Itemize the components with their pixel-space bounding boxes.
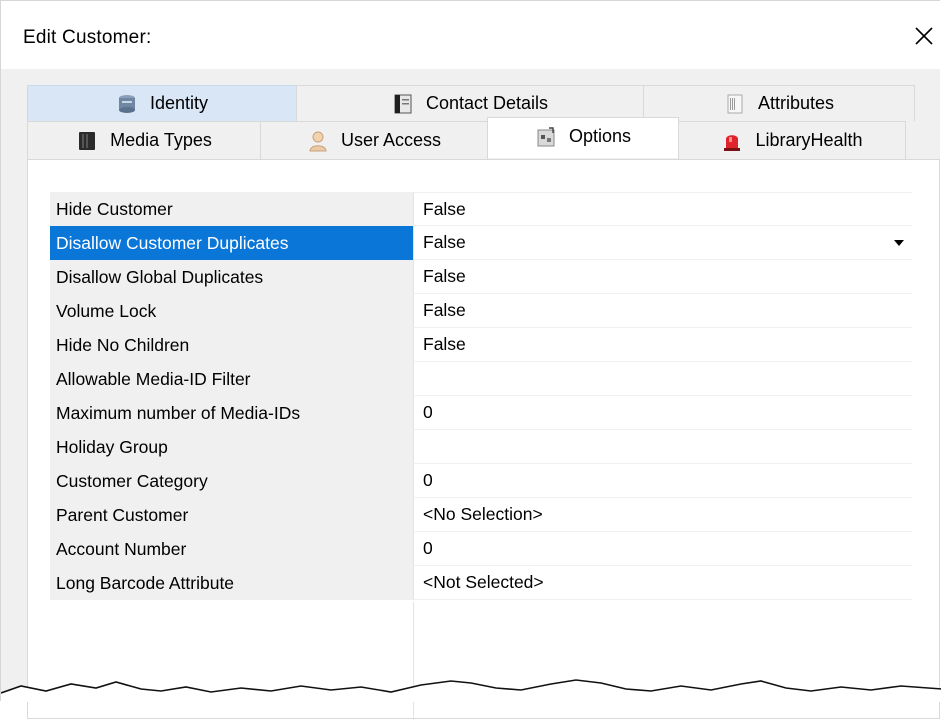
property-grid: Hide Customer False Disallow Customer Du… — [50, 192, 912, 600]
property-row-volume-lock[interactable]: Volume Lock False — [50, 294, 912, 328]
property-row-disallow-global-duplicates[interactable]: Disallow Global Duplicates False — [50, 260, 912, 294]
tab-contact-details-label: Contact Details — [425, 93, 549, 113]
property-name: Hide Customer — [50, 192, 413, 226]
tab-media-types-label: Media Types — [110, 130, 212, 150]
property-value-text: False — [423, 232, 466, 252]
user-access-icon — [307, 130, 329, 152]
property-value[interactable]: False — [413, 260, 912, 294]
property-value[interactable]: 0 — [413, 464, 912, 498]
property-name: Allowable Media-ID Filter — [50, 362, 413, 396]
property-row-customer-category[interactable]: Customer Category 0 — [50, 464, 912, 498]
property-row-long-barcode-attribute[interactable]: Long Barcode Attribute <Not Selected> — [50, 566, 912, 600]
tab-attributes-label: Attributes — [757, 93, 835, 113]
tab-identity-label: Identity — [149, 93, 209, 113]
dialog-title: Edit Customer: — [23, 27, 152, 48]
property-value[interactable]: <Not Selected> — [413, 566, 912, 600]
tab-row-back: Identity Contact Details Attributes — [27, 85, 915, 121]
tab-user-access[interactable]: User Access — [260, 121, 488, 159]
tab-options[interactable]: Options — [487, 117, 679, 158]
property-name: Maximum number of Media-IDs — [50, 396, 413, 430]
options-icon — [535, 126, 557, 148]
property-name: Hide No Children — [50, 328, 413, 362]
library-health-icon — [721, 130, 743, 152]
property-value[interactable]: False — [413, 294, 912, 328]
property-row-maximum-number-of-media-ids[interactable]: Maximum number of Media-IDs 0 — [50, 396, 912, 430]
tab-media-types[interactable]: Media Types — [27, 121, 261, 159]
tab-row-front: Media Types User Access Options LibraryH… — [27, 117, 906, 159]
property-name: Customer Category — [50, 464, 413, 498]
identity-icon — [116, 93, 138, 115]
property-value[interactable] — [413, 430, 912, 464]
close-icon — [915, 27, 933, 45]
media-types-icon — [76, 130, 98, 152]
torn-edge — [1, 679, 941, 702]
property-name: Volume Lock — [50, 294, 413, 328]
property-row-hide-customer[interactable]: Hide Customer False — [50, 192, 912, 226]
property-value[interactable] — [413, 362, 912, 396]
tab-identity[interactable]: Identity — [27, 85, 297, 121]
tab-contact-details[interactable]: Contact Details — [296, 85, 644, 121]
tab-library-health-label: LibraryHealth — [755, 130, 863, 150]
property-value[interactable]: <No Selection> — [413, 498, 912, 532]
property-row-allowable-media-id-filter[interactable]: Allowable Media-ID Filter — [50, 362, 912, 396]
property-value[interactable]: False — [413, 328, 912, 362]
tab-library-health[interactable]: LibraryHealth — [678, 121, 906, 159]
property-row-holiday-group[interactable]: Holiday Group — [50, 430, 912, 464]
property-name: Disallow Global Duplicates — [50, 260, 413, 294]
close-button[interactable] — [910, 21, 938, 51]
tab-attributes[interactable]: Attributes — [643, 85, 915, 121]
property-row-parent-customer[interactable]: Parent Customer <No Selection> — [50, 498, 912, 532]
property-name: Account Number — [50, 532, 413, 566]
options-tab-panel: Hide Customer False Disallow Customer Du… — [27, 159, 940, 720]
tab-user-access-label: User Access — [340, 130, 442, 150]
property-value[interactable]: False — [413, 192, 912, 226]
attributes-icon — [724, 93, 746, 115]
property-row-hide-no-children[interactable]: Hide No Children False — [50, 328, 912, 362]
property-value-dropdown[interactable]: False — [413, 226, 912, 260]
property-name: Long Barcode Attribute — [50, 566, 413, 600]
property-name: Holiday Group — [50, 430, 413, 464]
dialog-client-area: Identity Contact Details Attributes Medi… — [1, 69, 940, 720]
property-row-disallow-customer-duplicates[interactable]: Disallow Customer Duplicates False — [50, 226, 912, 260]
property-value[interactable]: 0 — [413, 396, 912, 430]
property-value[interactable]: 0 — [413, 532, 912, 566]
dropdown-arrow-icon[interactable] — [894, 240, 904, 246]
title-bar: Edit Customer: — [1, 1, 940, 69]
tab-options-label: Options — [568, 126, 632, 146]
property-name: Parent Customer — [50, 498, 413, 532]
edit-customer-dialog: Edit Customer: Identity Contact Details … — [0, 0, 941, 720]
contact-details-icon — [392, 93, 414, 115]
property-row-account-number[interactable]: Account Number 0 — [50, 532, 912, 566]
property-name-selected: Disallow Customer Duplicates — [50, 226, 413, 260]
